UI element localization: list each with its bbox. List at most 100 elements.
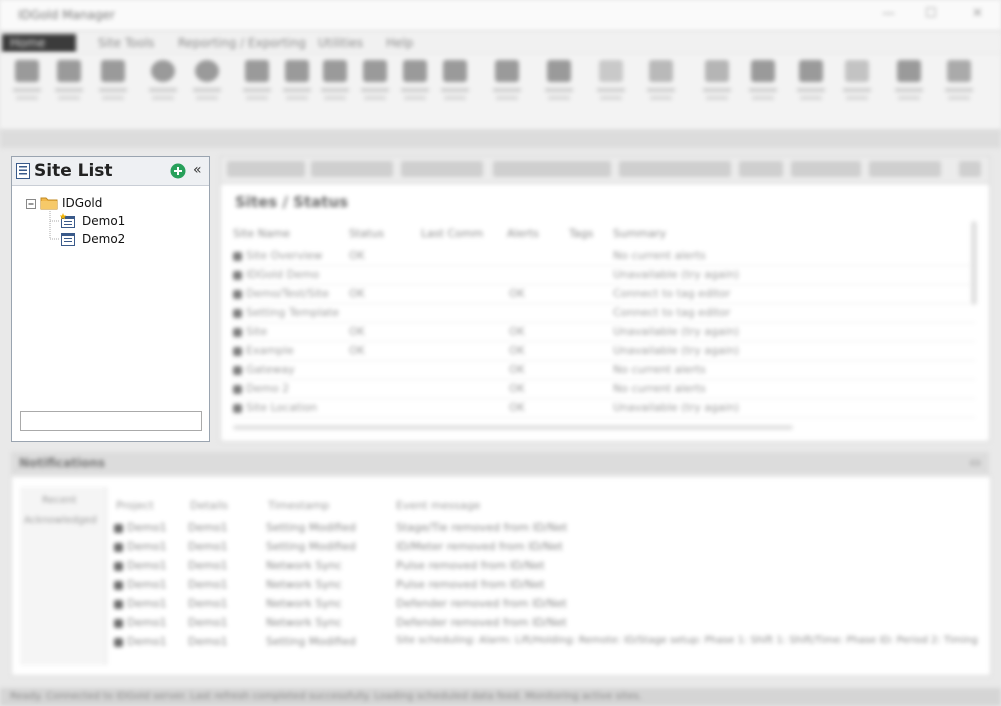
collapse-icon[interactable]: ▭ <box>970 455 981 469</box>
tab-recent[interactable]: Recent <box>42 495 77 506</box>
row-alerts: OK <box>509 363 525 376</box>
ribbon-button[interactable] <box>320 60 350 118</box>
table-row[interactable]: Example OK OK Unavailable (try again) <box>231 342 976 361</box>
collapse-panel-icon[interactable]: « <box>193 162 202 178</box>
row-summary: Unavailable (try again) <box>613 401 740 414</box>
ribbon-button[interactable] <box>12 60 42 118</box>
col-header[interactable]: Timestamp <box>268 499 329 512</box>
col-header[interactable]: Details <box>190 499 228 512</box>
col-header[interactable]: Status <box>349 227 384 240</box>
list-item[interactable]: Demo1 Demo1 Network Sync Pulse removed f… <box>112 576 972 594</box>
ribbon-button[interactable] <box>748 60 778 118</box>
notif-details: Demo1 <box>188 521 228 534</box>
table-row[interactable]: Site OK OK Unavailable (try again) <box>231 323 976 342</box>
notif-details: Demo1 <box>188 578 228 591</box>
ribbon-tab-reporting[interactable]: Reporting / Exporting <box>170 34 314 52</box>
ribbon-button[interactable] <box>842 60 872 118</box>
toolbar-icon <box>323 60 347 82</box>
ribbon-button[interactable] <box>646 60 676 118</box>
maximize-icon[interactable]: ☐ <box>925 6 937 21</box>
tab-acknowledged[interactable]: Acknowledged <box>24 515 97 526</box>
table-row[interactable]: Setting Template Connect to tag editor <box>231 304 976 323</box>
col-header[interactable]: Event message <box>396 499 480 512</box>
ribbon-tab-home[interactable]: Home <box>2 34 76 52</box>
ribbon-button[interactable] <box>796 60 826 118</box>
notif-project: Demo1 <box>114 597 167 610</box>
list-item[interactable]: Demo1 Demo1 Setting Modified ID/Meter re… <box>112 538 972 556</box>
row-summary: Unavailable (try again) <box>613 268 740 281</box>
horizontal-scrollbar[interactable] <box>233 425 793 430</box>
table-row[interactable]: IDGold Demo Unavailable (try again) <box>231 266 976 285</box>
notif-project: Demo1 <box>114 616 167 629</box>
toolbar-help[interactable] <box>739 161 783 177</box>
row-summary: No current alerts <box>613 382 706 395</box>
col-header[interactable]: Summary <box>613 227 666 240</box>
ribbon-button[interactable] <box>282 60 312 118</box>
ribbon-tab-site-tools[interactable]: Site Tools <box>90 34 162 52</box>
ribbon-tab-utilities[interactable]: Utilities <box>310 34 371 52</box>
tree-item-demo2[interactable]: Demo2 <box>82 231 125 247</box>
notif-time: Setting Modified <box>266 521 356 534</box>
toolbar-setting-actions[interactable] <box>619 161 731 177</box>
table-row[interactable]: Demo 2 OK No current alerts <box>231 380 976 399</box>
ribbon-button[interactable] <box>54 60 84 118</box>
ribbon-button[interactable] <box>944 60 974 118</box>
ribbon-button[interactable] <box>596 60 626 118</box>
ribbon-button[interactable] <box>400 60 430 118</box>
row-name: Site <box>233 325 267 338</box>
ribbon-button[interactable] <box>440 60 470 118</box>
toolbar-icon <box>443 60 467 82</box>
list-item[interactable]: Demo1 Demo1 Network Sync Defender remove… <box>112 595 972 613</box>
row-alerts: OK <box>509 382 525 395</box>
toolbar-icon <box>649 60 673 82</box>
ribbon-button[interactable] <box>242 60 272 118</box>
notif-message: Stage/Tie removed from ID/Net <box>396 521 568 534</box>
table-row[interactable]: Gateway OK No current alerts <box>231 361 976 380</box>
col-header[interactable]: Site Name <box>233 227 290 240</box>
row-name: IDGold Demo <box>233 268 319 281</box>
ribbon-divider <box>0 130 1001 148</box>
col-header[interactable]: Alerts <box>507 227 539 240</box>
ribbon-button[interactable] <box>148 60 178 118</box>
toolbar-tag-assignments[interactable] <box>493 161 611 177</box>
ribbon-button[interactable] <box>544 60 574 118</box>
toolbar-shortcuts[interactable] <box>869 161 941 177</box>
notif-time: Network Sync <box>266 559 342 572</box>
site-filter-input[interactable] <box>20 411 202 431</box>
notif-details: Demo1 <box>188 635 228 648</box>
toolbar-icon <box>495 60 519 82</box>
tree-item-demo1[interactable]: Demo1 <box>82 213 125 229</box>
toolbar-dashboard[interactable] <box>227 161 305 177</box>
toolbar-pin-icon[interactable] <box>959 161 981 177</box>
ribbon-button[interactable] <box>192 60 222 118</box>
table-row[interactable]: Site Overview OK No current alerts <box>231 247 976 266</box>
ribbon-button[interactable] <box>702 60 732 118</box>
ribbon-button[interactable] <box>492 60 522 118</box>
notification-tabs: Recent Acknowledged <box>20 487 107 665</box>
list-item[interactable]: Demo1 Demo1 Setting Modified Stage/Tie r… <box>112 519 972 537</box>
row-status: OK <box>349 325 365 338</box>
table-row[interactable]: Site Location OK Unavailable (try again) <box>231 399 976 418</box>
minimize-icon[interactable]: — <box>882 6 895 21</box>
notif-project: Demo1 <box>114 635 167 648</box>
ribbon-button[interactable] <box>98 60 128 118</box>
list-item[interactable]: Demo1 Demo1 Network Sync Pulse removed f… <box>112 557 972 575</box>
site-status-heading: Sites / Status <box>235 193 349 211</box>
ribbon-tab-help[interactable]: Help <box>378 34 421 52</box>
col-header[interactable]: Last Comm <box>421 227 483 240</box>
table-row[interactable]: Demo/Test/Site OK OK Connect to tag edit… <box>231 285 976 304</box>
toolbar-site-options[interactable] <box>791 161 861 177</box>
toolbar-activity-log[interactable] <box>401 161 483 177</box>
vertical-scrollbar[interactable] <box>971 221 977 305</box>
close-icon[interactable]: ✕ <box>972 6 983 21</box>
list-item[interactable]: Demo1 Demo1 Network Sync Defender remove… <box>112 614 972 632</box>
ribbon-button[interactable] <box>360 60 390 118</box>
event-icon <box>114 561 123 571</box>
list-item[interactable]: Demo1 Demo1 Setting Modified Site schedu… <box>112 633 978 651</box>
add-site-icon[interactable] <box>170 163 186 179</box>
event-icon <box>114 599 123 609</box>
col-header[interactable]: Project <box>116 499 154 512</box>
toolbar-site-details[interactable] <box>311 161 393 177</box>
ribbon-button[interactable] <box>894 60 924 118</box>
col-header[interactable]: Tags <box>569 227 593 240</box>
